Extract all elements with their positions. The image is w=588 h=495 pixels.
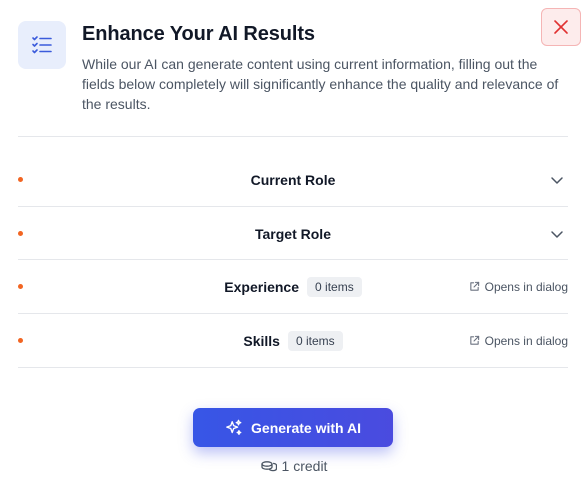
opens-in-dialog-link[interactable]: Opens in dialog <box>469 280 568 294</box>
enhance-dialog: Enhance Your AI Results While our AI can… <box>0 0 588 495</box>
opens-in-dialog-link[interactable]: Opens in dialog <box>469 334 568 348</box>
close-icon <box>554 20 568 34</box>
sparkles-icon <box>226 419 242 435</box>
opens-in-dialog-text: Opens in dialog <box>484 333 568 348</box>
field-label: Current Role <box>250 171 336 188</box>
coins-icon <box>260 461 277 472</box>
dialog-description: While our AI can generate content using … <box>82 56 559 112</box>
external-link-icon <box>469 335 479 345</box>
credit-cost: 1 credit <box>0 458 588 474</box>
field-label: Experience <box>224 278 300 295</box>
close-button[interactable] <box>541 8 581 46</box>
chevron-down-icon[interactable] <box>550 173 564 187</box>
credit-text: 1 credit <box>281 458 328 474</box>
field-target-role[interactable]: Target Role <box>18 207 568 260</box>
checklist-icon <box>18 21 66 69</box>
generate-with-ai-button[interactable]: Generate with AI <box>193 408 393 447</box>
divider <box>18 367 568 368</box>
item-count-badge: 0 items <box>307 276 362 297</box>
field-label: Target Role <box>255 225 331 242</box>
item-count-badge: 0 items <box>287 330 343 351</box>
field-experience[interactable]: Experience 0 items Opens in dialog <box>18 260 568 313</box>
generate-label: Generate with AI <box>251 419 361 436</box>
external-link-icon <box>469 281 479 291</box>
field-label: Skills <box>243 332 280 349</box>
field-current-role[interactable]: Current Role <box>18 153 568 206</box>
field-skills[interactable]: Skills 0 items Opens in dialog <box>18 314 568 367</box>
opens-in-dialog-text: Opens in dialog <box>484 279 568 294</box>
chevron-down-icon[interactable] <box>550 227 564 241</box>
dialog-title: Enhance Your AI Results <box>82 23 315 45</box>
divider <box>18 136 568 137</box>
